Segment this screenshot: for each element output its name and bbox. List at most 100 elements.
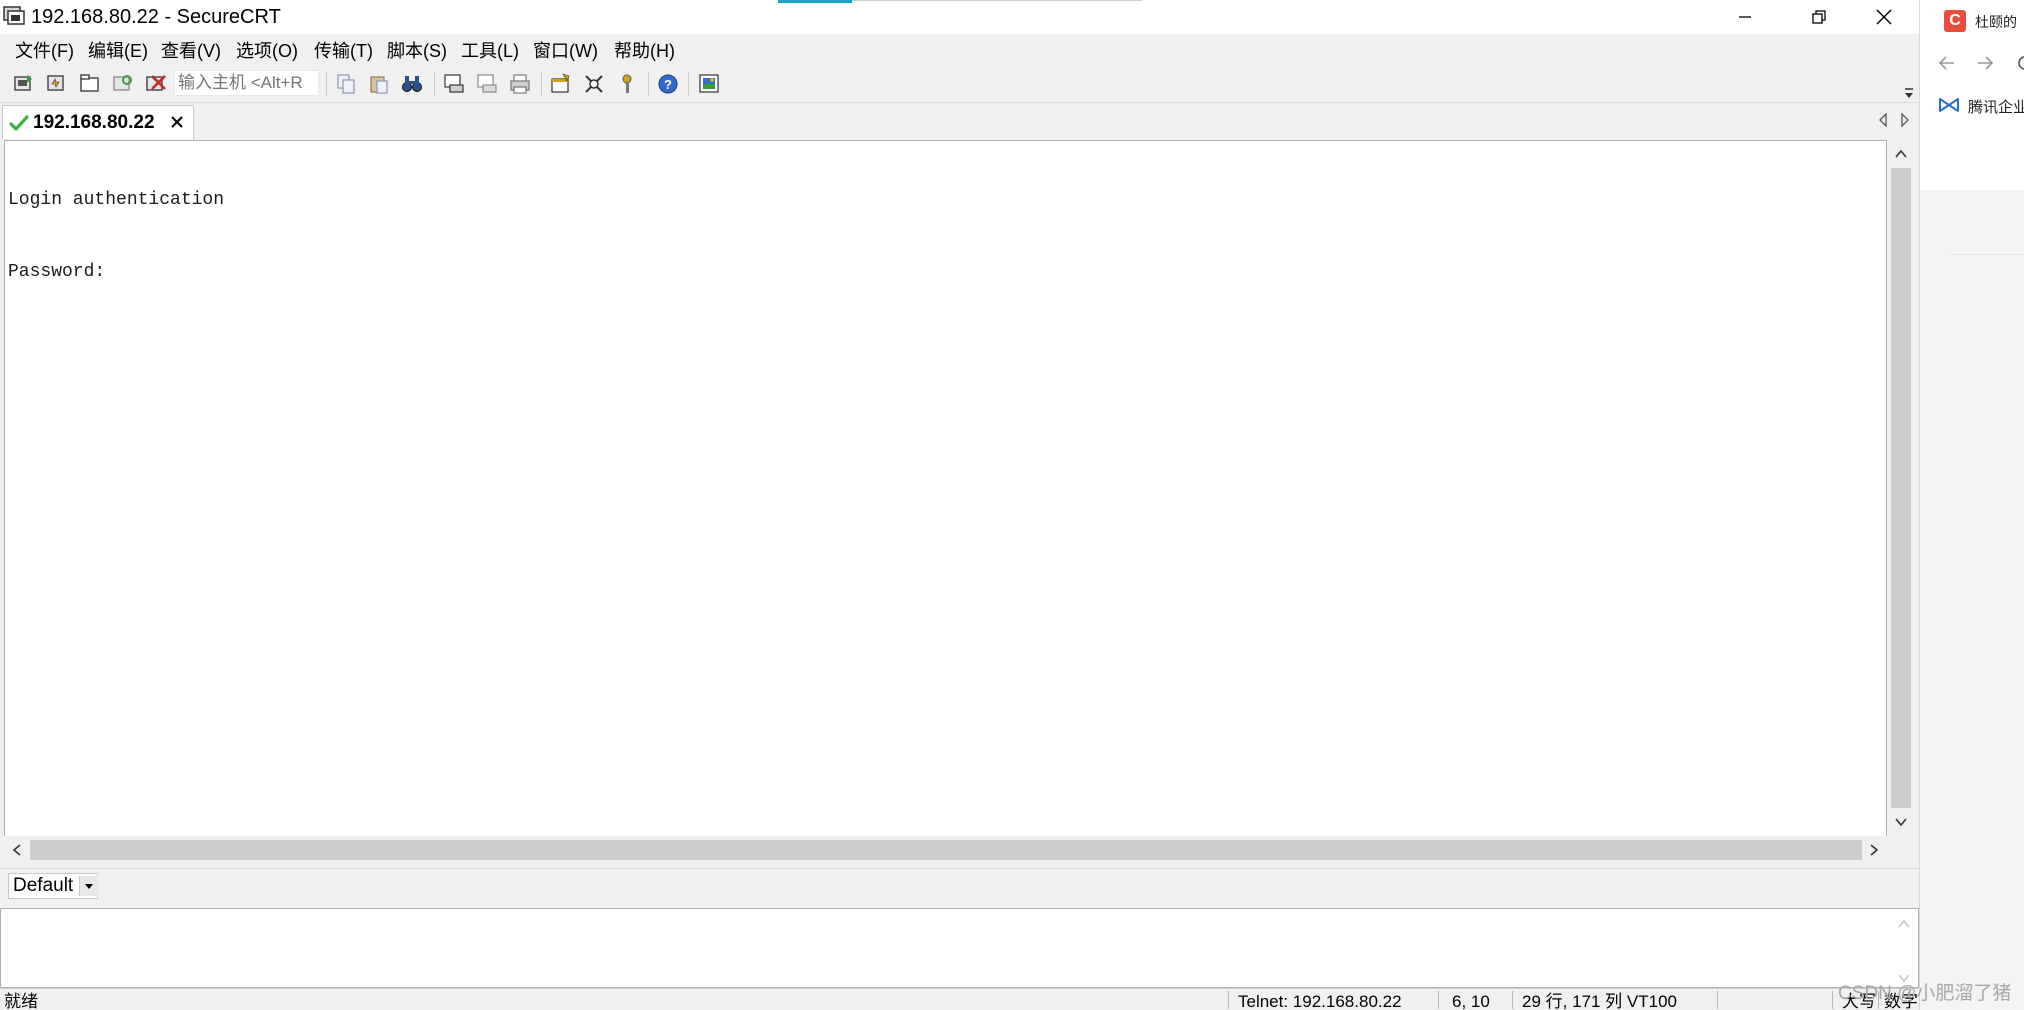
command-window[interactable] <box>0 908 1919 988</box>
status-ready: 就绪 <box>4 992 38 1010</box>
status-separator <box>1512 991 1513 1009</box>
scroll-up-icon[interactable] <box>1891 144 1911 164</box>
global-options-button[interactable] <box>580 70 608 98</box>
about-button[interactable] <box>695 70 723 98</box>
reconnect-icon <box>113 75 132 91</box>
binoculars-icon <box>402 76 422 92</box>
tab-scroll-right-icon[interactable] <box>1897 111 1913 129</box>
quick-connect-input[interactable] <box>174 70 319 96</box>
paste-button[interactable] <box>365 70 393 98</box>
toolbar-separator <box>434 72 435 96</box>
title-bar[interactable]: 192.168.80.22 - SecureCRT <box>0 0 1919 34</box>
horizontal-scroll-thumb[interactable] <box>30 840 1862 860</box>
menu-bar: 文件(F) 编辑(E) 查看(V) 选项(O) 传输(T) 脚本(S) 工具(L… <box>0 34 1919 66</box>
close-window-button[interactable] <box>1849 0 1919 34</box>
securecrt-app-icon <box>3 6 25 26</box>
menu-options[interactable]: 选项(O) <box>236 40 298 62</box>
connect-button[interactable] <box>10 70 38 98</box>
menu-file[interactable]: 文件(F) <box>15 40 74 62</box>
print-screen-icon <box>444 74 464 93</box>
session-options-button[interactable] <box>547 70 575 98</box>
terminal-vertical-scrollbar[interactable] <box>1887 140 1915 836</box>
session-tab[interactable]: 192.168.80.22 <box>2 105 194 139</box>
status-connection: Telnet: 192.168.80.22 <box>1238 992 1402 1010</box>
forward-icon[interactable] <box>1976 54 1994 77</box>
minimize-button[interactable] <box>1710 0 1780 34</box>
restore-icon <box>1812 10 1826 24</box>
tencent-meeting-icon <box>1938 96 1960 119</box>
connect-icon <box>14 75 32 91</box>
settings-icon <box>585 75 603 93</box>
quick-connect-button[interactable] <box>43 70 71 98</box>
close-icon <box>1876 9 1892 25</box>
session-select[interactable]: Default <box>8 873 98 899</box>
print-button[interactable] <box>506 70 534 98</box>
help-button[interactable]: ? <box>654 70 682 98</box>
disconnect-button[interactable] <box>142 70 170 98</box>
vertical-scroll-thumb[interactable] <box>1891 168 1911 808</box>
connect-in-tab-button[interactable] <box>76 70 104 98</box>
status-separator <box>1717 991 1718 1009</box>
chevron-down-icon[interactable] <box>79 876 98 896</box>
menu-window[interactable]: 窗口(W) <box>533 40 598 62</box>
menu-help[interactable]: 帮助(H) <box>614 40 675 62</box>
help-icon: ? <box>658 74 678 94</box>
print-selection-icon <box>477 74 497 93</box>
menu-transfer[interactable]: 传输(T) <box>314 40 373 62</box>
menu-script[interactable]: 脚本(S) <box>387 40 447 62</box>
menu-edit[interactable]: 编辑(E) <box>88 40 148 62</box>
browser-divider <box>1950 254 2024 255</box>
session-select-value: Default <box>13 875 74 896</box>
terminal-line: Password: <box>8 262 106 282</box>
print-screen-button[interactable] <box>440 70 468 98</box>
session-tab-bar: 192.168.80.22 <box>0 103 1919 139</box>
scroll-up-icon[interactable] <box>1897 916 1911 934</box>
session-options-icon <box>551 73 570 93</box>
find-button[interactable] <box>398 70 426 98</box>
key-icon <box>622 74 632 93</box>
bookmark-item[interactable]: 腾讯企业 <box>1968 96 2024 117</box>
title-divider-line <box>852 0 1142 1</box>
printer-icon <box>510 74 530 94</box>
checkmark-icon <box>9 114 29 132</box>
session-tab-label: 192.168.80.22 <box>33 112 155 133</box>
copy-button[interactable] <box>332 70 360 98</box>
menu-view[interactable]: 查看(V) <box>161 40 221 62</box>
command-window-scrollbar[interactable] <box>1894 910 1916 986</box>
scroll-right-icon[interactable] <box>1864 840 1884 860</box>
button-bar: Default <box>0 868 1919 905</box>
paste-icon <box>370 76 388 94</box>
reload-icon[interactable] <box>2016 54 2024 77</box>
terminal-horizontal-scrollbar[interactable] <box>4 836 1887 864</box>
watermark: CSDN @小肥溜了猪 <box>1838 983 2012 1004</box>
scroll-left-icon[interactable] <box>7 840 27 860</box>
toolbar-separator <box>326 72 327 96</box>
status-separator <box>1228 991 1229 1009</box>
csdn-logo-icon: C <box>1944 10 1966 32</box>
status-separator <box>1438 991 1439 1009</box>
terminal-line: Login authentication <box>8 190 225 210</box>
restore-button[interactable] <box>1784 0 1854 34</box>
quick-connect-icon <box>47 75 64 91</box>
status-cursor: 6, 10 <box>1452 992 1490 1010</box>
keymap-button[interactable] <box>613 70 641 98</box>
browser-tab-title[interactable]: 杜颐的 <box>1975 12 2017 32</box>
print-selection-button[interactable] <box>473 70 501 98</box>
copy-icon <box>337 74 355 94</box>
back-icon[interactable] <box>1938 54 1956 77</box>
securecrt-window: 192.168.80.22 - SecureCRT 文件(F) 编辑(E) 查看… <box>0 0 1919 1010</box>
status-terminal-size: 29 行, 171 列 VT100 <box>1522 992 1677 1010</box>
tab-close-icon[interactable] <box>169 112 185 134</box>
scroll-down-icon[interactable] <box>1891 812 1911 832</box>
title-accent-line <box>778 0 852 3</box>
browser-header: C 杜颐的 腾讯企业 <box>1920 0 2024 190</box>
menu-tools[interactable]: 工具(L) <box>461 40 519 62</box>
terminal-output[interactable]: Login authentication Password: <box>4 140 1887 864</box>
svg-text:?: ? <box>664 77 672 92</box>
disconnect-icon <box>146 75 166 91</box>
toolbar-separator <box>648 72 649 96</box>
toolbar-overflow-icon[interactable] <box>1904 86 1914 98</box>
reconnect-button[interactable] <box>109 70 137 98</box>
browser-window-partial: C 杜颐的 腾讯企业 <box>1919 0 2024 1010</box>
tab-scroll-left-icon[interactable] <box>1875 111 1891 129</box>
